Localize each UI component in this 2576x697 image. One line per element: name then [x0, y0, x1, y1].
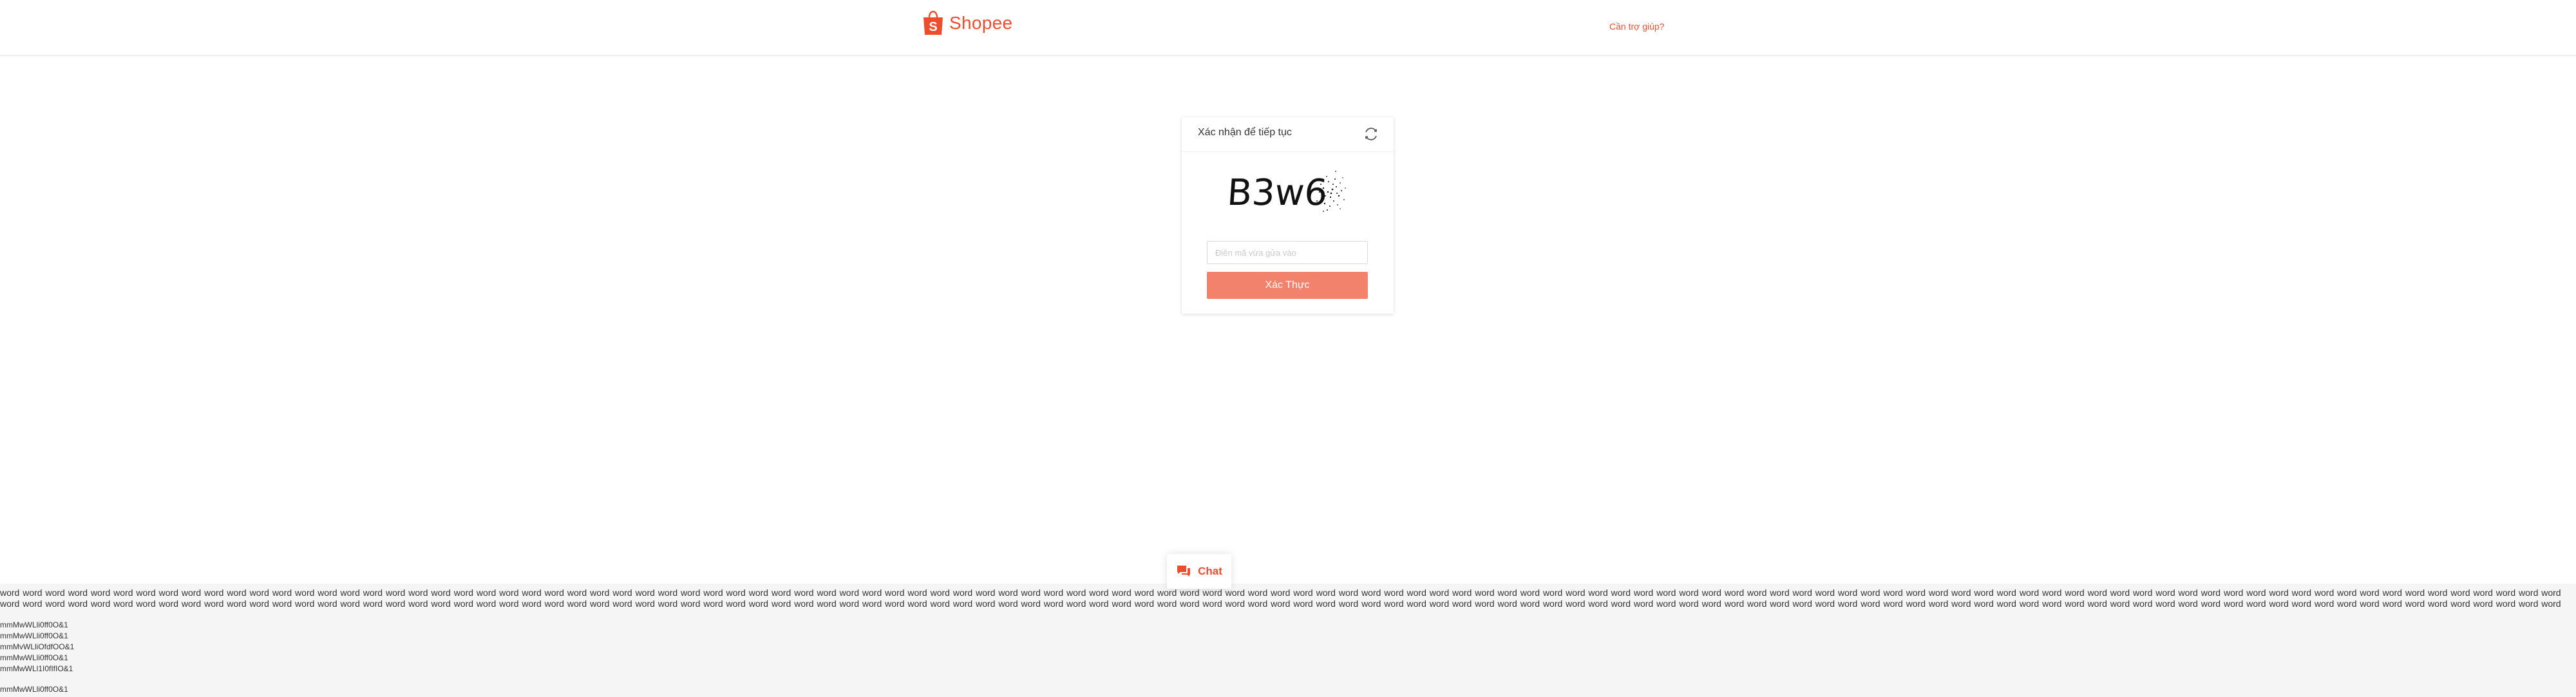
captcha-image: B3w6 — [1227, 171, 1346, 214]
help-link[interactable]: Cần trợ giúp? — [1609, 21, 1664, 32]
footer-word-text: word word word word word word word word … — [0, 587, 2561, 611]
brand-name: Shopee — [949, 13, 1013, 33]
svg-text:S: S — [929, 20, 937, 34]
refresh-icon[interactable] — [1363, 126, 1379, 142]
captcha-title: Xác nhận để tiếp tục — [1198, 127, 1292, 138]
chat-label: Chat — [1198, 565, 1222, 577]
glyph-line: mmMwWLli0ff0O&1 — [0, 631, 68, 640]
glyph-line: mmMvWLliOfdfOO&1 — [0, 642, 75, 651]
verify-button[interactable]: Xác Thực — [1207, 272, 1368, 299]
captcha-input[interactable] — [1207, 241, 1368, 264]
captcha-text: B3w6 — [1227, 172, 1329, 214]
chat-button[interactable]: Chat — [1167, 554, 1231, 589]
glyph-test-lines: mmMwWLli0ff0O&1 mmMwWLli0ff0O&1 mmMvWLli… — [0, 620, 74, 674]
shopee-logo[interactable]: S Shopee — [922, 10, 1012, 36]
shopping-bag-icon: S — [923, 10, 943, 35]
glyph-line: mmMwWLli0ff0O&1 — [0, 653, 68, 662]
glyph-line: mmMwWLl1I0fIfIO&1 — [0, 664, 73, 673]
captcha-card-header: Xác nhận để tiếp tục — [1182, 117, 1394, 152]
glyph-line: mmMwWLli0ff0O&1 — [0, 620, 68, 629]
chat-bubble-icon — [1177, 566, 1191, 577]
glyph-line-last: mmMwWLli0ff0O&1 — [0, 685, 68, 694]
top-header: S Shopee Cần trợ giúp? — [0, 0, 2576, 55]
captcha-card: Xác nhận để tiếp tục B3w6 Xác Thực — [1182, 117, 1394, 314]
